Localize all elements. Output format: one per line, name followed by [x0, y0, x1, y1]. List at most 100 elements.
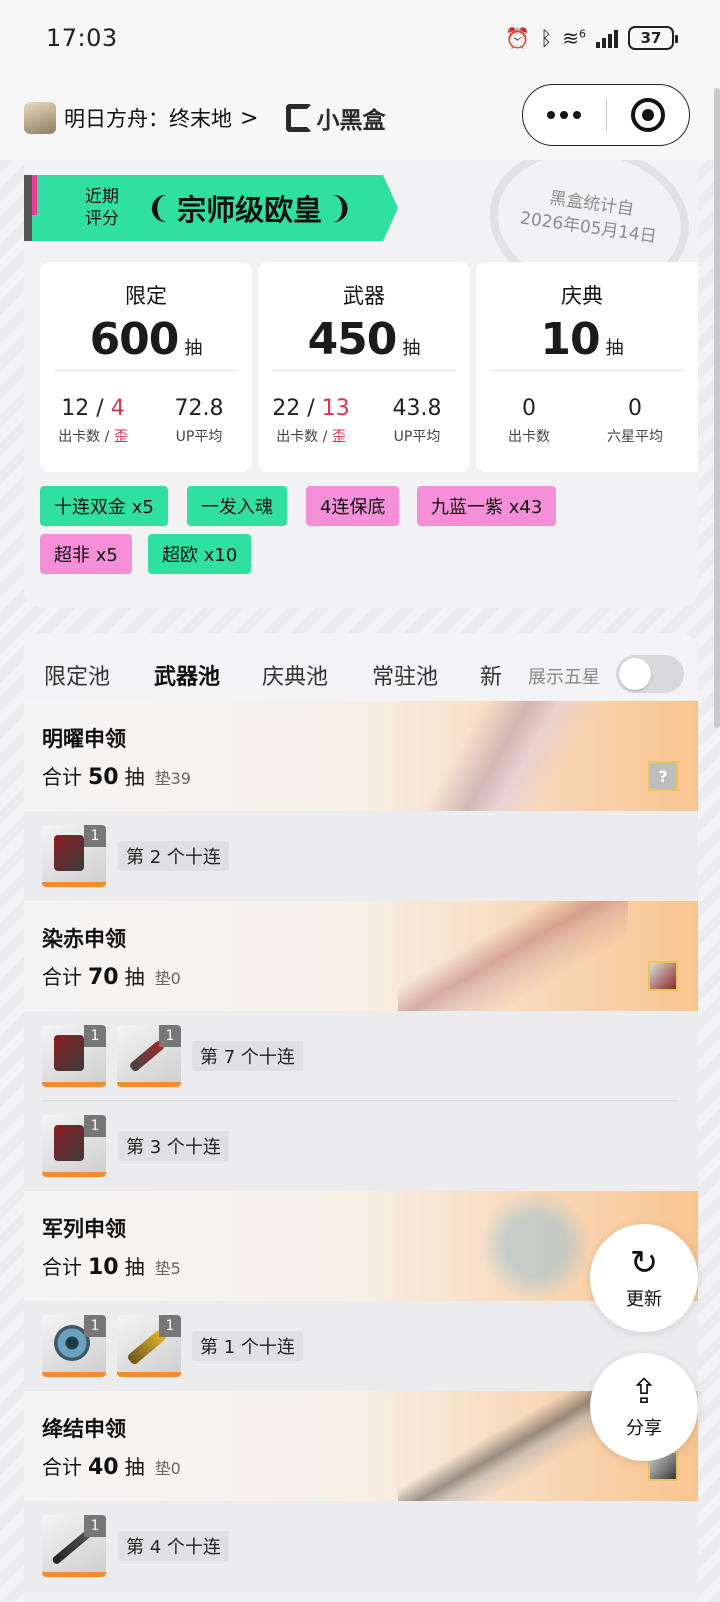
heybox-logo-icon: [286, 104, 313, 132]
pool-panel: 限定池 武器池 庆典池 常驻池 新 展示五星 明曜申领 合计 50 抽垫39 ? 1…: [24, 633, 698, 1602]
ten-pull-label: 第 7 个十连: [192, 1041, 303, 1071]
six-star-avg-label: 六星平均: [607, 429, 663, 445]
signal-icon: [596, 28, 618, 48]
cards-count: 22: [272, 396, 301, 421]
tab-weapon[interactable]: 武器池: [154, 659, 220, 691]
red-gun-icon[interactable]: 1: [42, 825, 106, 887]
total-unit: 抽: [124, 1255, 145, 1279]
tab-festival[interactable]: 庆典池: [262, 659, 328, 691]
pool-total: 合计 10 抽垫5: [42, 1251, 181, 1280]
total-pulls: 70: [88, 965, 119, 990]
total-prefix: 合计: [42, 1255, 82, 1279]
more-button[interactable]: [523, 111, 606, 119]
red-gun-icon[interactable]: 1: [42, 1115, 106, 1177]
stat-up-avg: 72.8 UP平均: [146, 396, 252, 446]
game-title[interactable]: 明日方舟：终末地: [64, 103, 232, 133]
nav-bar: 明日方舟：终末地 > 小黑盒: [0, 76, 720, 160]
chevron-right-icon[interactable]: >: [240, 106, 258, 131]
up-avg-label: UP平均: [393, 429, 441, 445]
red-spear-icon: [648, 961, 678, 991]
stat-cards-off: 12 / 4 出卡数 / 歪: [40, 396, 146, 446]
show-five-star-toggle[interactable]: [616, 655, 684, 693]
alarm-icon: ⏰: [505, 26, 531, 50]
cards-count: 0: [522, 396, 536, 421]
brand: 小黑盒: [286, 101, 385, 135]
ten-pull-label: 第 1 个十连: [192, 1331, 303, 1361]
total-pulls: 50: [88, 765, 119, 790]
stat-sub: 0 出卡数 0 六星平均: [476, 396, 688, 446]
scrollbar[interactable]: [714, 88, 720, 728]
off-banner-label: 歪: [113, 429, 128, 445]
stat-six-star-avg: 0 六星平均: [582, 396, 688, 446]
rating-value: ❨ 宗师级欧皇 ❩: [146, 187, 353, 229]
red-spear-icon[interactable]: 1: [117, 1025, 181, 1087]
stat-title: 武器: [343, 284, 385, 308]
total-prefix: 合计: [42, 765, 82, 789]
black-sword-icon[interactable]: 1: [42, 1515, 106, 1577]
ten-pull-label: 第 3 个十连: [118, 1131, 229, 1161]
stat-pulls-value: 450: [307, 314, 398, 365]
stat-up-avg: 43.8 UP平均: [364, 396, 470, 446]
achievement-tag: 超欧 x10: [148, 534, 252, 574]
stat-card-weapon[interactable]: 武器 450 抽 22 / 13 出卡数 / 歪 43.8 UP平均: [258, 262, 470, 472]
off-banner-count: 4: [110, 396, 125, 421]
item-count: 1: [84, 1315, 106, 1337]
pity-count: 垫39: [154, 769, 191, 788]
item-count: 1: [159, 1025, 181, 1047]
pool-name: 明曜申领: [42, 727, 126, 751]
item-count: 1: [84, 825, 106, 847]
six-star-avg-value: 0: [628, 396, 642, 421]
show-five-star-label: 展示五星: [522, 663, 600, 689]
pool-total: 合计 50 抽垫39: [42, 761, 191, 790]
achievement-tag: 超非 x5: [40, 534, 132, 574]
weapon-art-image: [398, 901, 628, 1011]
off-banner-label: 歪: [331, 429, 346, 445]
item-count: 1: [159, 1315, 181, 1337]
blue-disc-icon[interactable]: 1: [42, 1315, 106, 1377]
slash: /: [307, 396, 315, 421]
refresh-button[interactable]: ↻ 更新: [590, 1224, 698, 1332]
item-count: 1: [84, 1515, 106, 1537]
summary-card: 黑盒统计自 2026年05月14日 近期 评分 ❨ 宗师级欧皇 ❩ 限定 600…: [24, 160, 698, 608]
pity-count: 垫0: [154, 1459, 181, 1478]
game-avatar[interactable]: [24, 102, 56, 134]
laurel-right-icon: ❩: [328, 190, 354, 226]
refresh-label: 更新: [626, 1289, 662, 1310]
achievement-tag: 十连双金 x5: [40, 486, 168, 526]
tab-limited[interactable]: 限定池: [44, 659, 110, 691]
close-miniprogram-button[interactable]: [607, 98, 690, 132]
ten-pull-row: 1 1 第 7 个十连: [24, 1011, 698, 1101]
rating-label-line-2: 评分: [85, 209, 119, 229]
status-bar: 17:03 ⏰ ᛒ ≋6 37: [0, 0, 720, 76]
cards-label: 出卡数: [58, 429, 101, 445]
total-prefix: 合计: [42, 1455, 82, 1479]
total-pulls: 10: [88, 1255, 119, 1280]
item-count: 1: [84, 1025, 106, 1047]
stat-card-limited[interactable]: 限定 600 抽 12 / 4 出卡数 / 歪 72.8 UP平均: [40, 262, 252, 472]
up-avg-label: UP平均: [175, 429, 223, 445]
slash: /: [96, 396, 104, 421]
refresh-icon: ↻: [629, 1243, 659, 1283]
stat-cards-off: 22 / 13 出卡数 / 歪: [258, 396, 364, 446]
cards-count: 12: [61, 396, 90, 421]
rating-banner: 近期 评分 ❨ 宗师级欧皇 ❩: [24, 175, 398, 241]
pity-count: 垫5: [154, 1259, 181, 1278]
ten-pull-label: 第 2 个十连: [118, 841, 229, 871]
pool-name: 军列申领: [42, 1217, 126, 1241]
tab-standard[interactable]: 常驻池: [372, 659, 438, 691]
weapon-art-image: [398, 701, 628, 811]
pool-header[interactable]: 明曜申领 合计 50 抽垫39 ?: [24, 701, 698, 811]
stat-card-festival[interactable]: 庆典 10 抽 0 出卡数 0 六星平均: [476, 262, 698, 472]
pool-header[interactable]: 染赤申领 合计 70 抽垫0: [24, 901, 698, 1011]
stat-title: 限定: [125, 284, 167, 308]
gold-blade-icon[interactable]: 1: [117, 1315, 181, 1377]
red-gun-icon[interactable]: 1: [42, 1025, 106, 1087]
tab-new[interactable]: 新: [480, 659, 502, 691]
off-banner-count: 13: [321, 396, 350, 421]
share-button[interactable]: ⇪ 分享: [590, 1353, 698, 1461]
up-avg-value: 72.8: [174, 396, 224, 421]
battery-icon: 37: [628, 26, 678, 50]
miniprogram-capsule: [522, 84, 690, 146]
network-badge: 6: [579, 27, 586, 41]
total-pulls: 40: [88, 1455, 119, 1480]
